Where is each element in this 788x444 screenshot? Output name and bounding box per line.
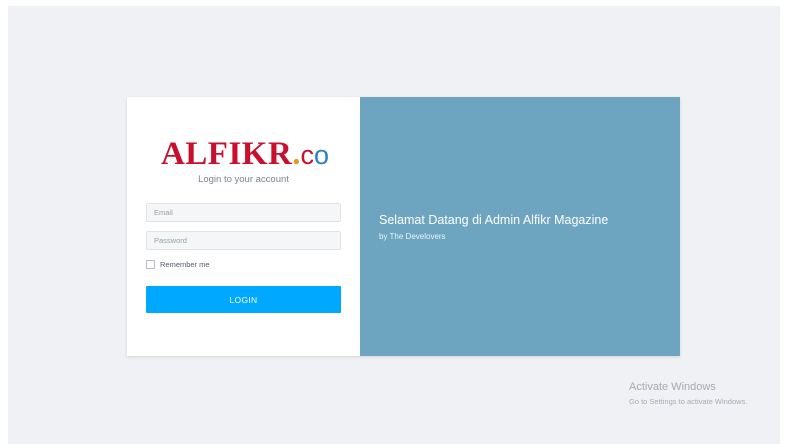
- login-panel: ALFIKR.co Login to your account Remember…: [127, 97, 360, 356]
- login-card: ALFIKR.co Login to your account Remember…: [127, 97, 680, 356]
- login-subtitle: Login to your account: [198, 174, 289, 185]
- logo-text: ALFIKR: [160, 136, 293, 172]
- remember-me-label: Remember me: [160, 260, 210, 269]
- logo-suffix-c: c: [300, 140, 315, 170]
- logo-suffix: co: [301, 140, 330, 171]
- welcome-panel: Selamat Datang di Admin Alfikr Magazine …: [360, 97, 680, 356]
- activate-windows-title: Activate Windows: [629, 381, 716, 393]
- welcome-title: Selamat Datang di Admin Alfikr Magazine: [379, 213, 609, 227]
- welcome-subtitle: by The Develovers: [379, 232, 446, 241]
- alfikr-logo: ALFIKR. co: [156, 136, 334, 172]
- remember-me-checkbox[interactable]: [146, 260, 155, 269]
- email-field[interactable]: [146, 203, 341, 222]
- logo-dot: .: [292, 136, 301, 172]
- page-background: ALFIKR.co Login to your account Remember…: [8, 6, 780, 444]
- logo-suffix-o: o: [314, 140, 330, 170]
- activate-windows-subtitle: Go to Settings to activate Windows.: [629, 397, 748, 406]
- remember-me[interactable]: Remember me: [146, 260, 210, 269]
- login-button[interactable]: LOGIN: [146, 286, 341, 313]
- password-field[interactable]: [146, 231, 341, 250]
